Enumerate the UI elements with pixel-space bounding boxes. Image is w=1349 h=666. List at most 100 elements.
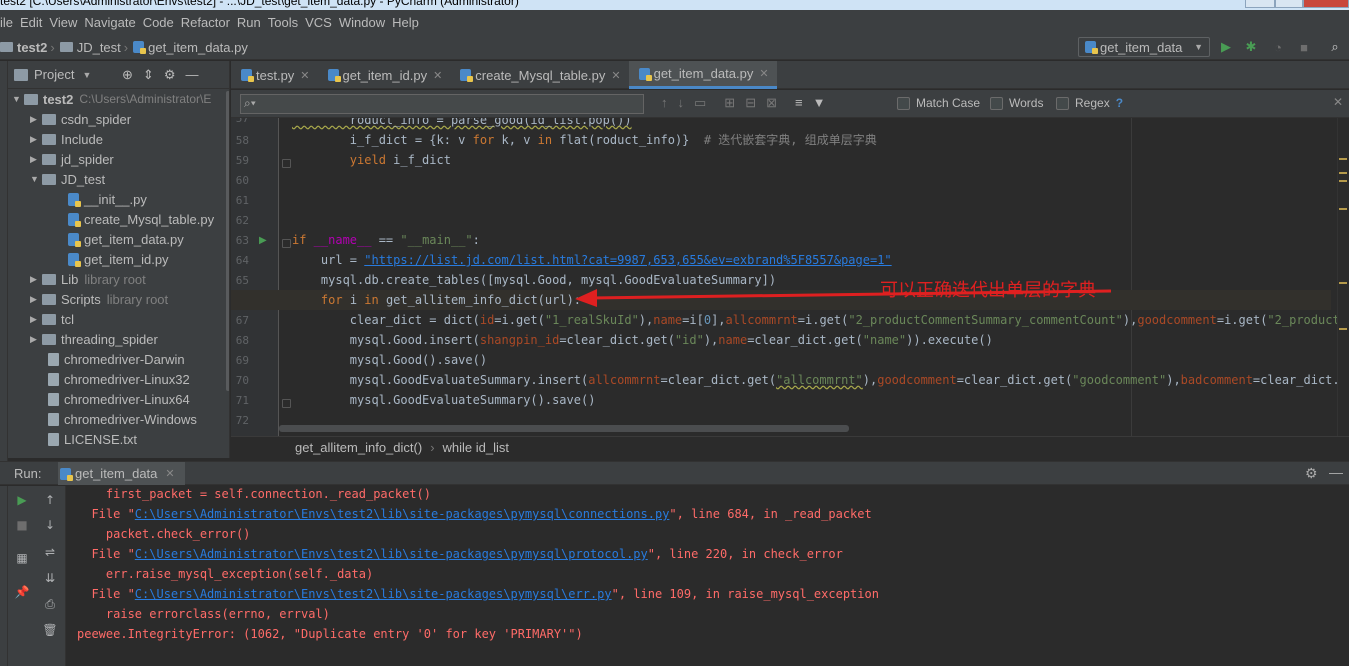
tree-item-jd-test[interactable]: ▼ JD_test	[30, 169, 105, 189]
chevron-down-icon[interactable]: ▼	[82, 70, 91, 80]
tree-item-threading-spider[interactable]: ▶ threading_spider	[30, 329, 158, 349]
find-input[interactable]: ⌕▾	[240, 94, 644, 114]
tab-create-mysql-table[interactable]: create_Mysql_table.py ✕	[450, 61, 628, 89]
warning-marker[interactable]	[1339, 180, 1347, 182]
tree-item-license[interactable]: LICENSE.txt	[48, 429, 137, 449]
previous-occurrence-icon[interactable]: ↑	[661, 95, 668, 111]
close-icon[interactable]: ✕	[165, 467, 174, 480]
breadcrumb-folder[interactable]: JD_test	[77, 40, 121, 55]
run-icon[interactable]: ▶	[1218, 39, 1234, 55]
breadcrumb-while[interactable]: while id_list	[443, 440, 509, 455]
close-icon[interactable]: ✕	[433, 69, 442, 82]
breadcrumb-file[interactable]: get_item_data.py	[148, 40, 248, 55]
run-configuration-select[interactable]: get_item_data ▼	[1078, 37, 1210, 57]
scroll-to-end-icon[interactable]: ⇊	[42, 570, 58, 586]
remove-occurrence-icon[interactable]: ⊟	[745, 95, 756, 111]
words-checkbox[interactable]	[990, 96, 1003, 110]
close-icon[interactable]: ✕	[611, 69, 620, 82]
gear-icon[interactable]: ⚙	[164, 67, 176, 83]
menu-code[interactable]: Code	[143, 15, 181, 30]
close-window-button[interactable]	[1303, 0, 1349, 8]
filter-icon[interactable]: ▼	[813, 95, 826, 111]
search-icon[interactable]: ⌕	[1327, 39, 1343, 55]
stop-icon[interactable]: ■	[14, 517, 30, 533]
maximize-button[interactable]	[1275, 0, 1303, 8]
menu-tools[interactable]: Tools	[268, 15, 305, 30]
debug-icon[interactable]: ✱	[1243, 39, 1259, 55]
fold-marker-icon[interactable]	[282, 159, 291, 168]
rerun-icon[interactable]: ▶	[14, 492, 30, 508]
code-editor[interactable]: 57 58 59 60 61 62 63 64 65 66 67 68 69 7…	[231, 118, 1349, 436]
match-case-checkbox[interactable]	[897, 96, 910, 110]
warning-marker[interactable]	[1339, 208, 1347, 210]
console-output[interactable]: first_packet = self.connection._read_pac…	[67, 486, 1349, 666]
breadcrumb-function[interactable]: get_allitem_info_dict()	[295, 440, 422, 455]
coverage-icon[interactable]: ◔	[1270, 39, 1286, 55]
tree-item-csdn-spider[interactable]: ▶ csdn_spider	[30, 109, 131, 129]
regex-help-link[interactable]: ?	[1116, 96, 1123, 110]
down-arrow-icon[interactable]: ↓	[42, 517, 58, 533]
close-icon[interactable]: ✕	[300, 69, 309, 82]
tree-item-get-item-data[interactable]: get_item_data.py	[68, 229, 184, 249]
tree-item-include[interactable]: ▶ Include	[30, 129, 103, 149]
menu-window[interactable]: Window	[339, 15, 392, 30]
fold-marker-icon[interactable]	[282, 239, 291, 248]
breadcrumb-project[interactable]: test2	[17, 40, 47, 55]
match-case-option[interactable]: Match Case	[897, 96, 980, 110]
locate-icon[interactable]: ⊕	[122, 67, 133, 83]
fold-marker-icon[interactable]	[282, 399, 291, 408]
menu-run[interactable]: Run	[237, 15, 268, 30]
select-all-occurrences-icon[interactable]: ⊠	[766, 95, 777, 111]
collapsed-arrow-icon[interactable]: ▶	[30, 154, 42, 165]
tree-item-jd-spider[interactable]: ▶ jd_spider	[30, 149, 114, 169]
warning-marker[interactable]	[1339, 282, 1347, 284]
tree-item-lib[interactable]: ▶ Lib library root	[30, 269, 146, 289]
project-scrollbar[interactable]	[226, 91, 229, 391]
tree-item-chromedriver-linux32[interactable]: chromedriver-Linux32	[48, 369, 190, 389]
tree-item-chromedriver-darwin[interactable]: chromedriver-Darwin	[48, 349, 185, 369]
tab-test-py[interactable]: test.py ✕	[231, 61, 318, 89]
layout-icon[interactable]: ▦	[14, 550, 30, 566]
warning-marker[interactable]	[1339, 172, 1347, 174]
error-stripe[interactable]	[1337, 118, 1349, 436]
close-icon[interactable]: ✕	[1333, 95, 1343, 109]
collapsed-arrow-icon[interactable]: ▶	[30, 334, 42, 345]
collapsed-arrow-icon[interactable]: ▶	[30, 274, 42, 285]
tree-item-get-item-id[interactable]: get_item_id.py	[68, 249, 169, 269]
menu-navigate[interactable]: Navigate	[84, 15, 142, 30]
expand-arrow-icon[interactable]: ▼	[12, 94, 24, 104]
warning-marker[interactable]	[1339, 328, 1347, 330]
menu-view[interactable]: View	[49, 15, 84, 30]
project-panel-title[interactable]: Project	[34, 67, 74, 82]
close-icon[interactable]: ✕	[759, 67, 768, 80]
collapsed-arrow-icon[interactable]: ▶	[30, 114, 42, 125]
warning-marker[interactable]	[1339, 158, 1347, 160]
console-file-link[interactable]: C:\Users\Administrator\Envs\test2\lib\si…	[135, 507, 670, 521]
search-icon[interactable]: ⌕▾	[244, 96, 256, 111]
run-tab-get-item-data[interactable]: get_item_data ✕	[58, 462, 185, 485]
menu-edit[interactable]: Edit	[20, 15, 49, 30]
stop-icon[interactable]: ■	[1296, 39, 1312, 55]
gear-icon[interactable]: ⚙	[1305, 465, 1318, 482]
regex-checkbox[interactable]	[1056, 96, 1069, 110]
tab-get-item-data[interactable]: get_item_data.py ✕	[628, 61, 777, 89]
tree-item-tcl[interactable]: ▶ tcl	[30, 309, 74, 329]
tree-root[interactable]: ▼ test2 C:\Users\Administrator\E	[12, 89, 211, 109]
filter-options-icon[interactable]: ≡	[795, 95, 803, 111]
tree-item-scripts[interactable]: ▶ Scripts library root	[30, 289, 168, 309]
hide-icon[interactable]: —	[185, 67, 198, 83]
pin-icon[interactable]: 📌	[14, 584, 30, 600]
collapsed-arrow-icon[interactable]: ▶	[30, 134, 42, 145]
regex-option[interactable]: Regex?	[1056, 96, 1123, 110]
up-arrow-icon[interactable]: ↑	[42, 492, 58, 508]
console-file-link[interactable]: C:\Users\Administrator\Envs\test2\lib\si…	[135, 587, 612, 601]
run-gutter-icon[interactable]: ▶	[259, 235, 267, 246]
trash-icon[interactable]: 🗑	[42, 622, 58, 638]
console-file-link[interactable]: C:\Users\Administrator\Envs\test2\lib\si…	[135, 547, 648, 561]
tree-item-chromedriver-linux64[interactable]: chromedriver-Linux64	[48, 389, 190, 409]
collapsed-arrow-icon[interactable]: ▶	[30, 314, 42, 325]
menu-refactor[interactable]: Refactor	[181, 15, 237, 30]
next-occurrence-icon[interactable]: ↓	[678, 95, 685, 111]
menu-file[interactable]: ile	[0, 15, 20, 30]
horizontal-scrollbar[interactable]	[279, 425, 849, 432]
